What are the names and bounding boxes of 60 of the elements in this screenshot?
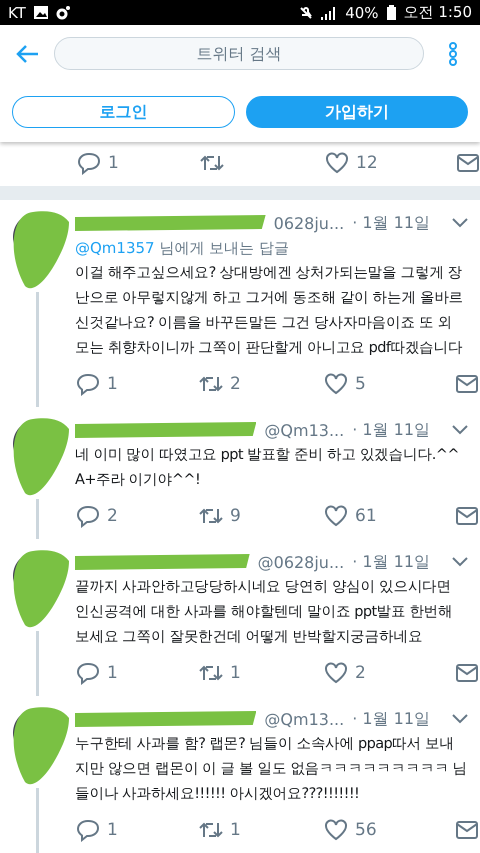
chevron-down-icon[interactable] [452, 557, 468, 567]
signup-button[interactable]: 가입하기 [246, 96, 468, 128]
search-field[interactable]: 트위터 검색 [54, 37, 424, 70]
heart-icon[interactable] [324, 151, 350, 175]
user-handle[interactable]: 0628ju... [274, 214, 344, 232]
tweet-text: 이걸 해주고싶으세요? 상대방에겐 상처가되는말을 그렇게 장 난으로 아무렇지않게 하고 그거에 동조해 같이 하는게 올바르 신것같나요? 이름을 바꾸든말든 그건 당사자마음이죠 또 외 모는 취향차이니까 그쪽이 판단할게 아니고요 pdf따겠습니다 [75, 264, 464, 358]
reply-icon[interactable] [76, 151, 102, 175]
tweet-text: 끝까지 사과안하고당당하시네요 당연히 양심이 있으시다면 인신공격에 대한 사과를 해야할텐데 말이죠 ppt발표 한번해 보세요 그쪽이 잘못한건데 어떻게 반박할지궁금하네요 [75, 578, 453, 647]
chevron-down-icon[interactable] [452, 425, 468, 435]
reply-icon[interactable] [75, 372, 101, 396]
mute-icon [299, 6, 314, 20]
reply-icon[interactable] [75, 504, 101, 528]
reply-count: 1 [107, 820, 118, 840]
user-handle[interactable]: @Qm13... [264, 420, 344, 440]
image-icon [34, 6, 48, 19]
more-menu-icon[interactable] [448, 42, 458, 66]
reply-count: 1 [107, 374, 118, 394]
like-count: 56 [355, 820, 377, 840]
retweet-count: 1 [230, 663, 241, 683]
tweet-date: · 1월 11일 [352, 552, 430, 572]
like-count: 61 [355, 506, 377, 526]
clock: 오전 1:50 [404, 3, 472, 22]
reply-count: 1 [108, 153, 119, 173]
mail-icon[interactable] [457, 154, 479, 172]
reply-icon[interactable] [75, 818, 101, 842]
tweet-text: 누구한테 사과를 함? 랩몬? 님들이 소속사에 ppap따서 보내 지만 않으면 랩몬이 이 글 볼 일도 없음ㅋㅋㅋㅋㅋㅋㅋㅋㅋ 님 들이나 사과하세요!!!!!! 아시겠어요???!!!!!!! [75, 735, 468, 804]
battery-percent: 40% [345, 4, 379, 22]
tweet-text: 네 이미 많이 따였고요 ppt 발표할 준비 하고 있겠습니다.^^ A+주라 이기야^^! [75, 446, 459, 490]
heart-icon[interactable] [323, 818, 349, 842]
reply-to-line: @Qm1357 님에게 보내는 답글 [75, 238, 289, 259]
heart-icon[interactable] [323, 372, 349, 396]
mention-link[interactable]: @Qm1357 [75, 239, 155, 257]
carrier-name: KT [8, 4, 26, 22]
back-arrow-icon[interactable] [16, 44, 40, 64]
retweet-count: 2 [230, 374, 241, 394]
mail-icon[interactable] [456, 507, 478, 525]
login-button[interactable]: 로그인 [12, 96, 234, 128]
retweet-count: 9 [230, 506, 241, 526]
circle-icon [56, 6, 70, 20]
user-handle[interactable]: @0628ju... [258, 552, 344, 572]
tweet-date: · 1월 11일 [352, 420, 430, 440]
reply-icon[interactable] [75, 661, 101, 685]
tweet-date: · 1월 11일 [352, 212, 430, 234]
tweet-date: · 1월 11일 [352, 708, 430, 730]
reply-count: 1 [107, 663, 118, 683]
heart-icon[interactable] [323, 661, 349, 685]
user-handle[interactable]: @Qm13... [264, 710, 344, 728]
like-count: 5 [355, 374, 366, 394]
chevron-down-icon[interactable] [452, 218, 468, 228]
reply-count: 2 [107, 506, 118, 526]
heart-icon[interactable] [323, 504, 349, 528]
mail-icon[interactable] [456, 821, 478, 839]
like-count: 2 [355, 663, 366, 683]
mail-icon[interactable] [456, 664, 478, 682]
battery-icon [386, 5, 396, 20]
like-count: 12 [356, 153, 378, 173]
signal-icon [321, 6, 338, 20]
retweet-count: 1 [230, 820, 241, 840]
mail-icon[interactable] [456, 375, 478, 393]
chevron-down-icon[interactable] [452, 714, 468, 724]
